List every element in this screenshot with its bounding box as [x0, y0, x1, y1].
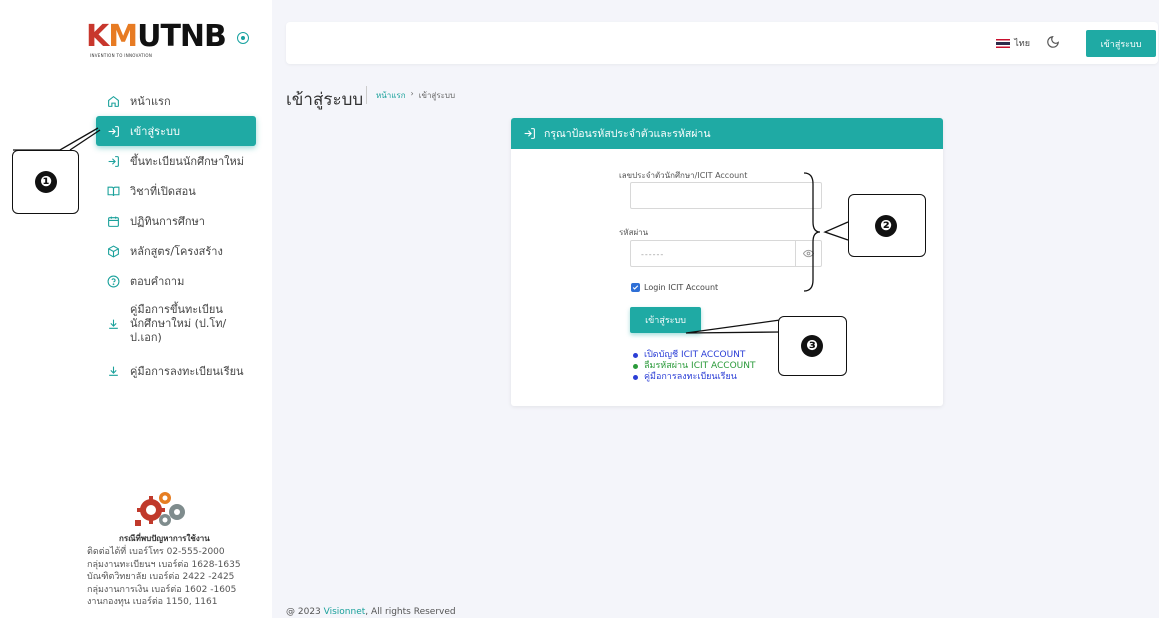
footer-brand-link[interactable]: Visionnet: [324, 607, 366, 617]
login-icit-checkbox[interactable]: Login ICIT Account: [631, 283, 718, 292]
sidebar-item-home[interactable]: หน้าแรก: [96, 86, 256, 116]
sidebar-item-curriculum[interactable]: หลักสูตร/โครงสร้าง: [96, 236, 256, 266]
username-input[interactable]: [630, 182, 822, 209]
username-label: เลขประจำตัวนักศึกษา/ICIT Account: [619, 171, 748, 180]
download-icon: [106, 364, 120, 378]
box-icon: [106, 244, 120, 258]
sidebar-item-registration-guide-graduate[interactable]: คู่มือการขึ้นทะเบียน นักศึกษาใหม่ (ป.โท/…: [96, 296, 256, 352]
login-card: กรุณาป้อนรหัสประจำตัวและรหัสผ่าน เลขประจ…: [511, 118, 943, 406]
password-label: รหัสผ่าน: [619, 228, 649, 237]
sidebar-item-label: คู่มือการขึ้นทะเบียน นักศึกษาใหม่ (ป.โท/…: [130, 303, 227, 344]
thai-flag-icon: [996, 38, 1011, 48]
sidebar-item-login[interactable]: เข้าสู่ระบบ: [96, 116, 256, 146]
dark-mode-toggle-icon[interactable]: [1046, 35, 1060, 49]
calendar-icon: [106, 214, 120, 228]
language-selector[interactable]: ไทย: [996, 36, 1030, 50]
download-icon: [106, 317, 120, 331]
open-icit-account-link[interactable]: เปิดบัญชี ICIT ACCOUNT: [633, 350, 755, 361]
help-links: เปิดบัญชี ICIT ACCOUNT ลืมรหัสผ่าน ICIT …: [633, 350, 755, 383]
sidebar-menu: หน้าแรก เข้าสู่ระบบ ขึ้นทะเบียนนักศึกษาใ…: [96, 86, 256, 386]
topbar: ไทย เข้าสู่ระบบ: [286, 22, 1158, 64]
breadcrumb: หน้าแรก › เข้าสู่ระบบ: [376, 89, 455, 102]
page-title: เข้าสู่ระบบ: [286, 90, 364, 110]
breadcrumb-separator: ›: [410, 89, 414, 98]
login-submit-button[interactable]: เข้าสู่ระบบ: [630, 307, 701, 333]
sidebar-item-faq[interactable]: ตอบคำถาม: [96, 266, 256, 296]
sidebar: KMUTNB INVENTION TO INNOVATION หน้าแรก เ…: [0, 0, 272, 618]
annotation-brace: [803, 172, 821, 292]
annotation-callout-1: ❶: [12, 150, 79, 214]
enrollment-guide-link[interactable]: คู่มือการลงทะเบียนเรียน: [633, 372, 755, 383]
sidebar-item-courses[interactable]: วิชาที่เปิดสอน: [96, 176, 256, 206]
topbar-login-button[interactable]: เข้าสู่ระบบ: [1086, 30, 1156, 57]
sidebar-item-label: คู่มือการลงทะเบียนเรียน: [130, 365, 244, 378]
book-icon: [106, 184, 120, 198]
sidebar-item-label: ตอบคำถาม: [130, 275, 185, 288]
logo-wordmark: KMUTNB: [86, 19, 227, 54]
password-placeholder: ------: [641, 250, 665, 259]
home-icon: [106, 94, 120, 108]
logo-tagline: INVENTION TO INNOVATION: [90, 53, 153, 58]
help-contact-lines: ติดต่อได้ที่ เบอร์โทร 02-555-2000 กลุ่มง…: [87, 547, 241, 607]
annotation-number-1: ❶: [35, 171, 57, 193]
title-divider: [366, 86, 367, 104]
sidebar-item-label: ขึ้นทะเบียนนักศึกษาใหม่: [130, 155, 245, 168]
login-icon: [106, 124, 120, 138]
annotation-number-3: ❸: [801, 335, 823, 357]
sidebar-item-label: วิชาที่เปิดสอน: [130, 185, 196, 198]
language-label: ไทย: [1014, 39, 1030, 49]
sidebar-item-label: ปฏิทินการศึกษา: [130, 215, 205, 228]
sidebar-item-label: หลักสูตร/โครงสร้าง: [130, 245, 223, 258]
sidebar-item-calendar[interactable]: ปฏิทินการศึกษา: [96, 206, 256, 236]
kmutnb-logo[interactable]: KMUTNB INVENTION TO INNOVATION: [86, 19, 249, 58]
sidebar-item-register-new-student[interactable]: ขึ้นทะเบียนนักศึกษาใหม่: [96, 146, 256, 176]
footer: @ 2023 Visionnet, All rights Reserved: [286, 607, 456, 617]
sidebar-item-label: เข้าสู่ระบบ: [130, 125, 180, 138]
sidebar-toggle-icon[interactable]: [237, 32, 249, 44]
login-icon: [106, 154, 120, 168]
forgot-password-link[interactable]: ลืมรหัสผ่าน ICIT ACCOUNT: [633, 361, 755, 372]
bullet-icon: [633, 353, 638, 358]
checkbox-label: Login ICIT Account: [644, 283, 719, 292]
annotation-number-2: ❷: [875, 215, 897, 237]
sidebar-item-label: หน้าแรก: [130, 95, 171, 108]
password-input[interactable]: ------: [630, 240, 822, 267]
annotation-callout-2: ❷: [848, 194, 926, 257]
annotation-callout-3: ❸: [778, 316, 847, 376]
sidebar-item-enrollment-guide[interactable]: คู่มือการลงทะเบียนเรียน: [96, 356, 256, 386]
bullet-icon: [633, 375, 638, 380]
breadcrumb-current: เข้าสู่ระบบ: [418, 91, 456, 100]
gears-icon: [135, 492, 185, 526]
bullet-icon: [633, 364, 638, 369]
checkbox-checked-icon[interactable]: [631, 283, 640, 292]
help-circle-icon: [106, 274, 120, 288]
breadcrumb-home[interactable]: หน้าแรก: [376, 89, 406, 102]
help-title: กรณีที่พบปัญหาการใช้งาน: [119, 534, 210, 543]
login-icon: [523, 127, 536, 140]
login-card-title: กรุณาป้อนรหัสประจำตัวและรหัสผ่าน: [544, 128, 711, 140]
login-card-header: กรุณาป้อนรหัสประจำตัวและรหัสผ่าน: [511, 118, 943, 149]
